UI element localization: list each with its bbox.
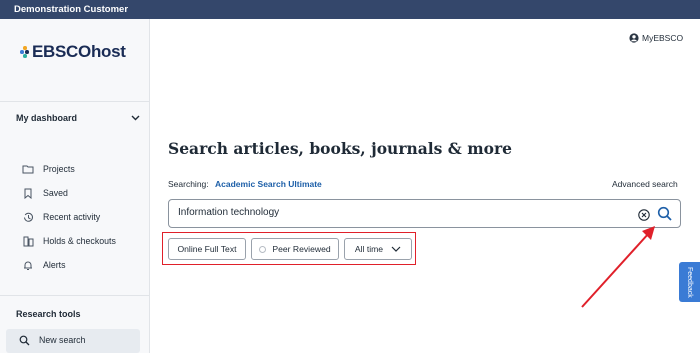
database-link[interactable]: Academic Search Ultimate: [215, 179, 322, 189]
logo-mark-icon: [20, 46, 30, 58]
feedback-tab[interactable]: Feedback: [679, 262, 700, 302]
bell-icon: [22, 259, 34, 271]
filter-label: Peer Reviewed: [272, 244, 331, 254]
my-dashboard-heading: My dashboard: [16, 113, 78, 123]
chevron-down-icon: [391, 244, 401, 254]
search-button[interactable]: [656, 205, 674, 223]
search-icon: [18, 334, 30, 346]
folder-icon: [22, 163, 34, 175]
bookmark-icon: [22, 187, 34, 199]
history-icon: [22, 211, 34, 223]
search-box: [168, 199, 681, 228]
sidebar-item-label: Alerts: [43, 260, 66, 270]
divider: [0, 101, 150, 102]
research-tools-heading: Research tools: [16, 309, 81, 319]
filter-label: All time: [354, 244, 384, 254]
chevron-down-icon: [131, 113, 140, 123]
search-input[interactable]: [178, 207, 618, 218]
searching-database: Searching: Academic Search Ultimate: [168, 179, 322, 189]
sidebar-item-label: Recent activity: [43, 212, 101, 222]
sidebar-item-holds-checkouts[interactable]: Holds & checkouts: [22, 233, 142, 249]
my-dashboard-toggle[interactable]: My dashboard: [16, 113, 140, 123]
sidebar-item-label: Holds & checkouts: [43, 236, 116, 246]
sidebar-item-recent-activity[interactable]: Recent activity: [22, 209, 142, 225]
top-bar: Demonstration Customer: [0, 0, 700, 19]
ebscohost-logo[interactable]: EBSCOhost: [20, 42, 126, 62]
online-full-text-filter[interactable]: Online Full Text: [168, 238, 246, 260]
advanced-search-link[interactable]: Advanced search: [612, 179, 678, 189]
myebsco-account-link[interactable]: MyEBSCO: [629, 33, 683, 43]
sidebar-item-saved[interactable]: Saved: [22, 185, 142, 201]
peer-reviewed-filter[interactable]: Peer Reviewed: [251, 238, 339, 260]
sidebar-item-new-search[interactable]: New search: [18, 332, 138, 348]
sidebar-item-alerts[interactable]: Alerts: [22, 257, 142, 273]
user-icon: [629, 33, 639, 43]
sidebar-item-label: New search: [39, 335, 86, 345]
filter-label: Online Full Text: [177, 244, 237, 254]
logo-text: EBSCOhost: [32, 42, 126, 61]
sidebar-item-projects[interactable]: Projects: [22, 161, 142, 177]
myebsco-label: MyEBSCO: [642, 33, 684, 43]
clear-search-icon[interactable]: [638, 208, 650, 221]
page-title: Search articles, books, journals & more: [168, 139, 512, 158]
searching-label: Searching:: [168, 179, 209, 189]
date-range-filter[interactable]: All time: [344, 238, 412, 260]
radio-icon: [259, 245, 267, 253]
holds-icon: [22, 235, 34, 247]
sidebar-item-label: Projects: [43, 164, 75, 174]
customer-name: Demonstration Customer: [14, 4, 129, 15]
sidebar-item-label: Saved: [43, 188, 68, 198]
divider: [0, 295, 150, 296]
